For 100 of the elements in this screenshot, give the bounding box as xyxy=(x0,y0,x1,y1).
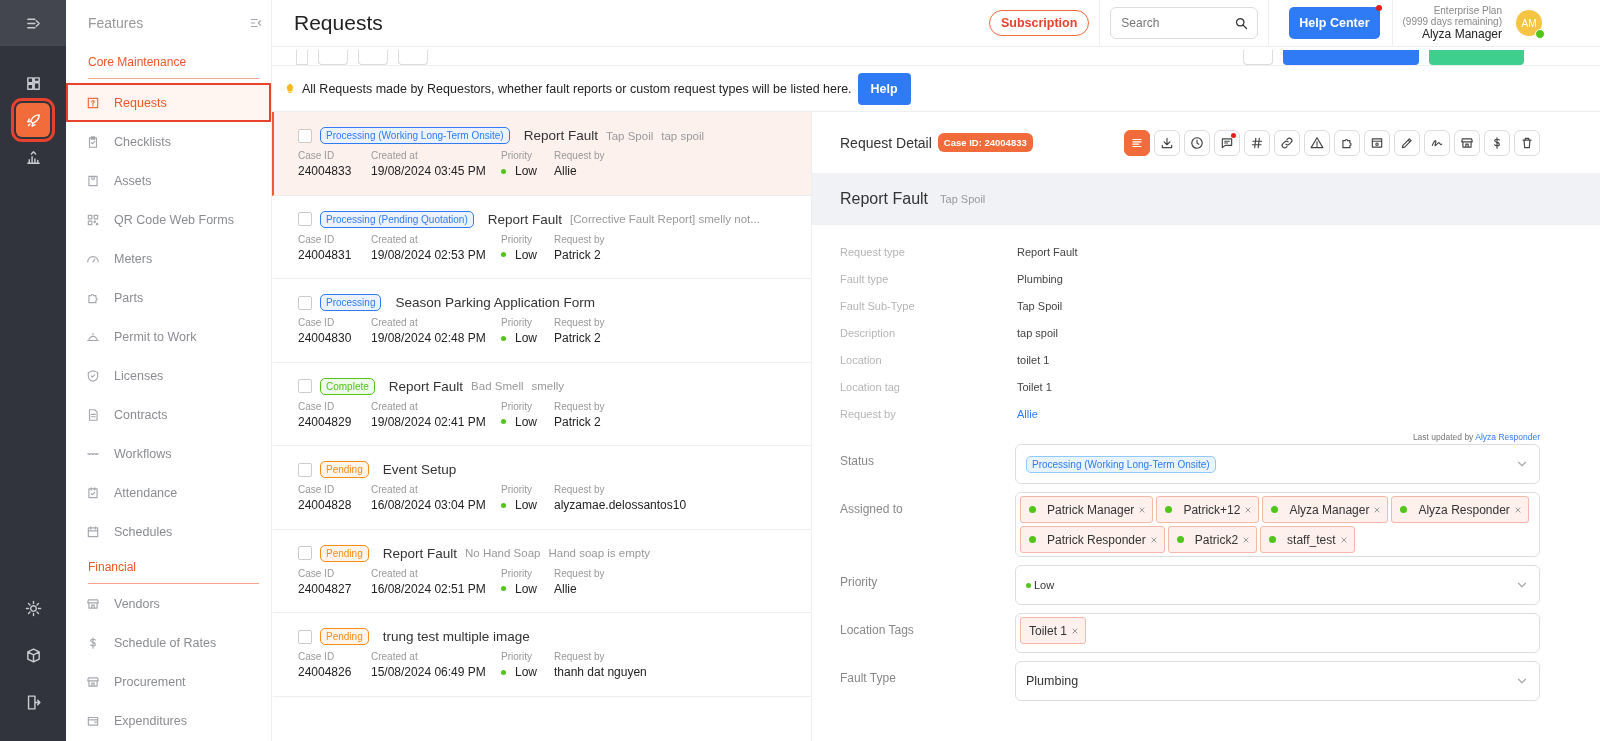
close-icon xyxy=(1243,504,1254,515)
section-heading: Core Maintenance xyxy=(88,55,259,79)
notice-text: All Requests made by Requestors, whether fault reports or custom request types will be listed here. xyxy=(302,81,852,96)
download-icon xyxy=(1160,135,1174,150)
online-dot xyxy=(1400,506,1408,513)
document-icon xyxy=(86,407,100,422)
sidebar-item[interactable]: Expenditures xyxy=(66,701,271,740)
cube-icon xyxy=(24,646,42,664)
dots-line-icon xyxy=(86,451,100,456)
status-badge: Pending xyxy=(320,628,369,645)
priority-value: Low xyxy=(515,414,537,429)
request-row[interactable]: Pending trung test multiple image Case ID 24004826 Created at 15/08/2024 06:49 PM Priority Low Request by thanh dat nguyen xyxy=(272,613,811,697)
sidebar-item[interactable]: Workflows xyxy=(66,434,271,473)
search-field[interactable]: Search xyxy=(1110,7,1259,39)
row-checkbox[interactable] xyxy=(298,546,312,560)
request-title: Report Fault xyxy=(523,128,598,143)
help-center-button[interactable]: Help Center xyxy=(1289,7,1380,39)
field-value: 16/08/2024 02:51 PM xyxy=(371,581,487,596)
online-dot xyxy=(1029,536,1036,543)
row-checkbox[interactable] xyxy=(298,379,312,393)
field-value: 19/08/2024 02:53 PM xyxy=(371,247,487,262)
tag[interactable]: Patrick+12 xyxy=(1156,496,1260,523)
status-select[interactable]: Processing (Working Long-Term Onsite) xyxy=(1015,444,1540,484)
form-label: Status xyxy=(840,453,876,470)
sidebar-item[interactable]: Attendance xyxy=(66,473,271,512)
field-label: Case ID xyxy=(298,484,336,495)
row-checkbox[interactable] xyxy=(298,462,312,477)
fault-type-select[interactable]: Plumbing xyxy=(1015,661,1540,701)
field-label: Created at xyxy=(371,150,419,161)
close-icon xyxy=(1372,504,1383,515)
sidebar-item[interactable]: Permit to Work xyxy=(66,317,271,356)
info-value: tap spoil xyxy=(1017,326,1059,341)
sidebar-item[interactable]: Procurement xyxy=(66,662,271,701)
user-link[interactable]: Allie xyxy=(1017,401,1600,428)
edit-icon xyxy=(1400,135,1414,150)
tag[interactable]: Patrick2 xyxy=(1167,526,1258,553)
online-dot xyxy=(1271,506,1279,513)
sidebar-item[interactable]: Contracts xyxy=(66,395,271,434)
tag[interactable]: staff_test xyxy=(1260,526,1355,553)
collapse-icon xyxy=(249,16,263,30)
sidebar-item[interactable]: Vendors xyxy=(66,584,271,623)
lightbulb-icon xyxy=(284,82,296,95)
comment-icon xyxy=(1220,135,1234,150)
request-row[interactable]: Processing (Working Long-Term Onsite) Report Fault Tap Spoil tap spoil Case ID 24004833 Created at 19/08/2024 03:45 PM Priority Low Request by Allie xyxy=(272,112,811,196)
request-title: Report Fault xyxy=(382,545,457,561)
row-checkbox[interactable] xyxy=(298,212,312,226)
row-checkbox[interactable] xyxy=(298,295,312,310)
priority-select[interactable]: Low xyxy=(1015,565,1540,605)
request-note: smelly xyxy=(531,380,565,392)
request-row[interactable]: Processing Season Parking Application Form Case ID 24004830 Created at 19/08/2024 02:48 PM Priority Low Request by Patrick 2 xyxy=(272,279,811,363)
field-label: Case ID xyxy=(298,567,336,579)
field-value: 24004826 xyxy=(298,665,353,679)
row-checkbox[interactable] xyxy=(298,128,312,143)
sidebar-item[interactable]: Assets xyxy=(66,161,271,200)
field-label: Priority xyxy=(501,567,534,579)
question-icon xyxy=(86,95,100,110)
request-note: No Hand Soap xyxy=(465,547,541,559)
request-row[interactable]: Pending Event Setup Case ID 24004828 Created at 16/08/2024 03:04 PM Priority Low Request by alyzamae.delossantos10 xyxy=(272,446,811,530)
sidebar-item[interactable]: Schedules xyxy=(66,512,271,551)
form-label: Location Tags xyxy=(840,622,915,639)
tag[interactable]: Patrick Responder xyxy=(1020,526,1165,553)
sidebar-item[interactable]: Parts xyxy=(66,278,271,317)
row-checkbox[interactable] xyxy=(298,629,312,644)
sidebar-item[interactable]: Meters xyxy=(66,239,271,278)
sidebar-item[interactable]: Checklists xyxy=(66,122,271,161)
help-button[interactable]: Help xyxy=(857,72,911,105)
close-icon xyxy=(1512,504,1523,515)
request-row[interactable]: Pending Report Fault No Hand Soap Hand soap is empty Case ID 24004827 Created at 16/08/2024 02:51 PM Priority Low Request by Allie xyxy=(272,529,811,613)
photo-icon xyxy=(1370,135,1384,150)
box-icon xyxy=(86,173,100,188)
field-value: Patrick 2 xyxy=(554,331,602,345)
request-row[interactable]: Complete Report Fault Bad Smell smelly Case ID 24004829 Created at 19/08/2024 02:41 PM Priority Low Request by Patrick 2 xyxy=(272,362,811,446)
field-value: 19/08/2024 02:41 PM xyxy=(371,414,487,429)
sidebar-item[interactable]: Requests xyxy=(66,83,271,122)
field-value: Allie xyxy=(554,164,578,178)
field-label: Created at xyxy=(371,233,419,245)
field-label: Request by xyxy=(554,567,606,579)
tag-input[interactable]: Toilet 1 xyxy=(1015,613,1540,653)
tag[interactable]: Alyza Manager xyxy=(1262,496,1389,523)
info-value: Tap Spoil xyxy=(1017,299,1064,314)
select-all-checkbox[interactable] xyxy=(296,50,308,65)
field-value: 19/08/2024 03:45 PM xyxy=(371,164,487,178)
tag[interactable]: Alyza Responder xyxy=(1391,496,1529,523)
qr-code-icon xyxy=(86,212,100,227)
field-label: Request by xyxy=(554,317,606,328)
sidebar-item[interactable]: Licenses xyxy=(66,356,271,395)
request-note: Hand soap is empty xyxy=(548,547,651,559)
tag[interactable]: Patrick Manager xyxy=(1020,496,1154,523)
info-label: Location xyxy=(840,353,883,368)
priority-dot xyxy=(501,586,506,591)
request-title: Season Parking Application Form xyxy=(395,295,596,310)
form-label: Fault Type xyxy=(840,670,897,687)
sidebar-item[interactable]: Schedule of Rates xyxy=(66,623,271,662)
tag-input[interactable]: Patrick Manager Patrick+12 Alyza Manager Alyza Responder Patrick Responder Patrick2 staff_test xyxy=(1015,492,1540,557)
user-link[interactable]: Alyza Responder xyxy=(1475,432,1540,442)
tag[interactable]: Toilet 1 xyxy=(1020,617,1087,644)
sidebar-item[interactable]: QR Code Web Forms xyxy=(66,200,271,239)
chart-icon xyxy=(24,148,42,166)
info-label: Description xyxy=(840,326,897,341)
request-row[interactable]: Processing (Pending Quotation) Report Fault [Corrective Fault Report] smelly not... Case ID 24004831 Created at 19/08/2024 02:53 PM Priority Low Request by Patrick 2 xyxy=(272,195,811,279)
